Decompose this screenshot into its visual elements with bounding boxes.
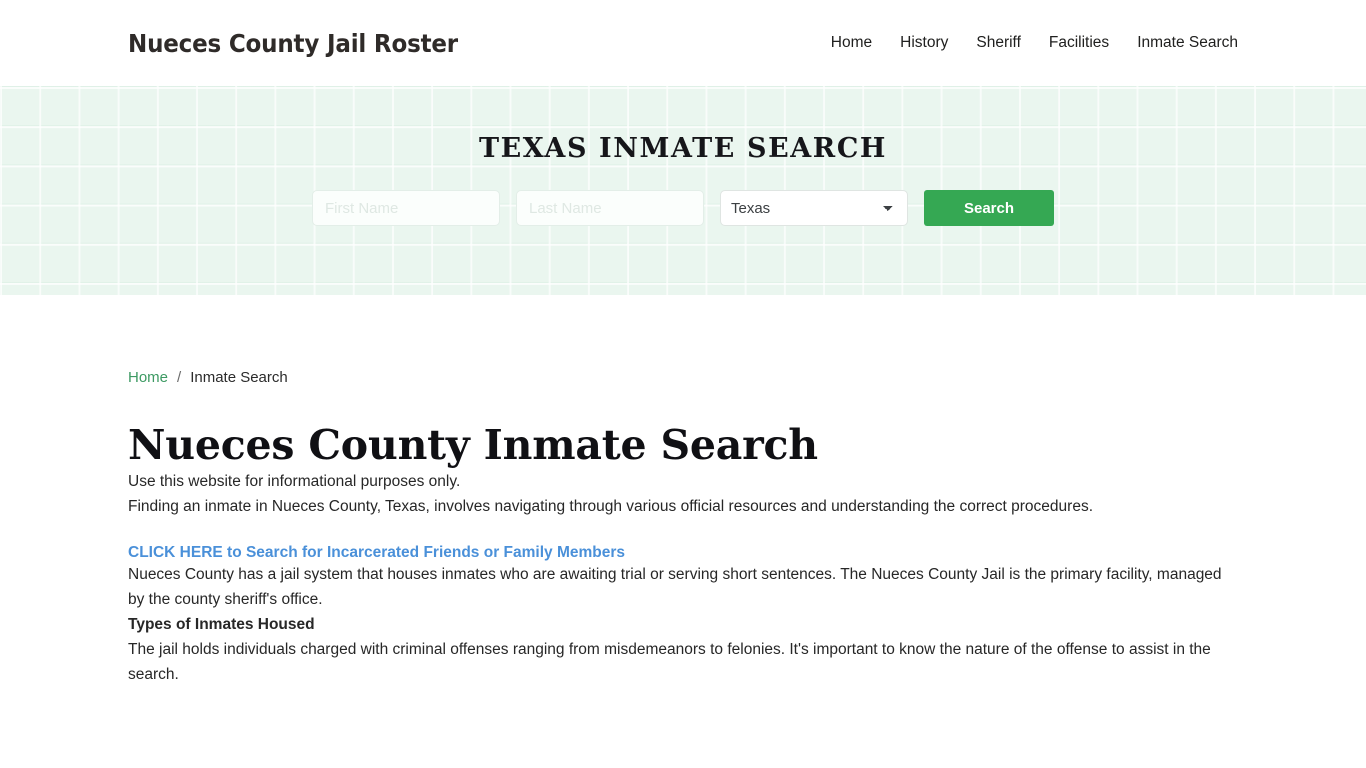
paragraph-finding: Finding an inmate in Nueces County, Texa… — [128, 498, 1093, 515]
first-name-input[interactable] — [312, 190, 500, 226]
breadcrumb-separator: / — [177, 369, 182, 386]
breadcrumb-link-home[interactable]: Home — [128, 369, 168, 386]
main-content: Home / Inmate Search Nueces County Inmat… — [0, 295, 1366, 687]
site-brand-title[interactable]: Nueces County Jail Roster — [128, 29, 458, 58]
site-header: Nueces County Jail Roster Home History S… — [0, 0, 1366, 86]
nav-item-facilities[interactable]: Facilities — [1049, 34, 1109, 52]
inmate-search-form: Texas Search — [312, 190, 1054, 226]
nav-item-inmate-search[interactable]: Inmate Search — [1137, 34, 1238, 52]
page-title: Nueces County Inmate Search — [128, 421, 818, 469]
paragraph-offenses: The jail holds individuals charged with … — [128, 641, 1211, 683]
breadcrumb: Home / Inmate Search — [128, 295, 1238, 386]
hero-title: TEXAS INMATE SEARCH — [478, 133, 888, 164]
subheading-types-of-inmates: Types of Inmates Housed — [128, 616, 315, 633]
nav-item-sheriff[interactable]: Sheriff — [976, 34, 1021, 52]
hero-search-section: TEXAS INMATE SEARCH Texas Search — [0, 86, 1366, 295]
state-select[interactable]: Texas — [720, 190, 908, 226]
last-name-input[interactable] — [516, 190, 704, 226]
paragraph-jail-system: Nueces County has a jail system that hou… — [128, 566, 1222, 608]
nav-item-home[interactable]: Home — [831, 34, 872, 52]
breadcrumb-current: Inmate Search — [190, 369, 288, 386]
search-button[interactable]: Search — [924, 190, 1054, 226]
nav-item-history[interactable]: History — [900, 34, 948, 52]
main-navigation: Home History Sheriff Facilities Inmate S… — [831, 34, 1238, 52]
cta-search-link[interactable]: CLICK HERE to Search for Incarcerated Fr… — [128, 544, 625, 562]
paragraph-intro: Use this website for informational purpo… — [128, 473, 461, 490]
